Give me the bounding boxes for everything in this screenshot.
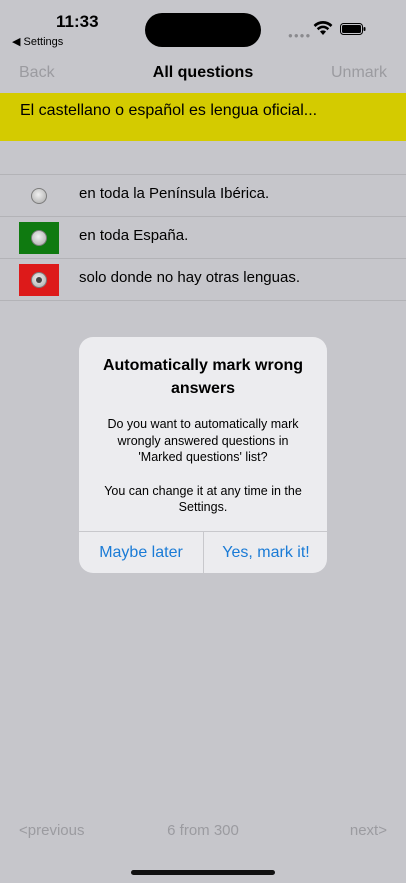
spacer <box>0 141 406 174</box>
dialog-title: Automatically mark wrong answers <box>102 357 304 397</box>
cellular-signal-icon: ●●●● <box>288 31 312 40</box>
dynamic-island <box>145 13 261 47</box>
yes-mark-it-button[interactable]: Yes, mark it! <box>204 532 327 573</box>
radio-button-icon[interactable] <box>31 230 47 246</box>
answer-text: solo donde no hay otras lenguas. <box>79 269 300 286</box>
dialog-message: Do you want to automatically mark wrongl… <box>95 416 311 516</box>
wifi-icon <box>313 20 333 35</box>
dialog-message-question: Do you want to automatically mark wrongl… <box>107 417 299 464</box>
answer-option-2[interactable]: en toda España. <box>0 216 406 258</box>
next-button[interactable]: next> <box>350 822 387 839</box>
answer-status-swatch <box>19 222 59 254</box>
question-banner: El castellano o español es lengua oficia… <box>0 93 406 141</box>
battery-icon <box>340 23 366 35</box>
answer-option-1[interactable]: en toda la Península Ibérica. <box>0 174 406 216</box>
auto-mark-alert-dialog: Automatically mark wrong answers Do you … <box>79 337 327 573</box>
radio-button-selected-icon[interactable] <box>31 272 47 288</box>
back-to-settings-link[interactable]: ◀ Settings <box>12 35 63 48</box>
answer-text: en toda la Península Ibérica. <box>79 185 270 202</box>
status-bar: 11:33 ◀ Settings ●●●● <box>0 0 406 54</box>
answer-option-3[interactable]: solo donde no hay otras lenguas. <box>0 258 406 301</box>
navigation-bar: Back All questions Unmark <box>0 56 406 92</box>
question-text: El castellano o español es lengua oficia… <box>20 102 318 119</box>
status-time: 11:33 <box>56 12 99 31</box>
home-indicator[interactable] <box>131 870 275 875</box>
unmark-button[interactable]: Unmark <box>331 64 387 82</box>
answer-list: en toda la Península Ibérica. en toda Es… <box>0 174 406 301</box>
answer-text: en toda España. <box>79 227 189 244</box>
radio-button-icon[interactable] <box>31 188 47 204</box>
question-counter: 6 from 300 <box>167 822 239 839</box>
answer-status-swatch <box>19 180 59 212</box>
maybe-later-button[interactable]: Maybe later <box>79 532 203 573</box>
answer-status-swatch <box>19 264 59 296</box>
dialog-message-note: You can change it at any time in the Set… <box>104 483 302 515</box>
